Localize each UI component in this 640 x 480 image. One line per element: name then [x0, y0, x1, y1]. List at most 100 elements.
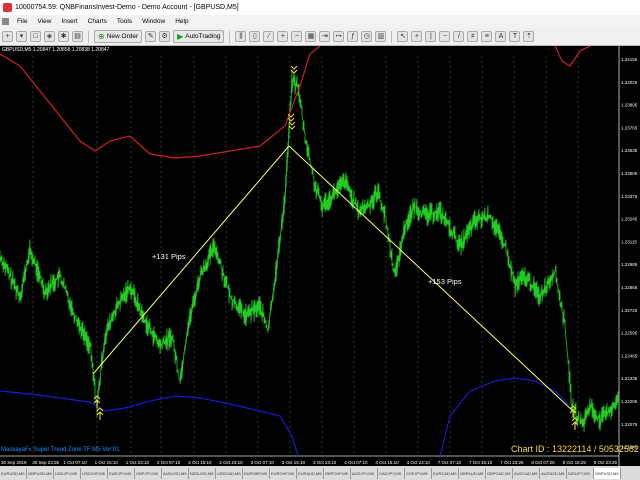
chart-tab[interactable]: USDCAD,M5 [216, 467, 243, 479]
fibonacci-icon[interactable]: ≡ [481, 31, 493, 42]
app-icon [3, 3, 12, 12]
price-tick-label: 1.23765 [621, 125, 638, 130]
tile-windows-icon[interactable]: ▦ [305, 31, 317, 42]
cursor-icon[interactable]: ↖ [397, 31, 409, 42]
time-tick-label: 4 Oct 23:10 [407, 460, 431, 465]
menu-insert[interactable]: Insert [56, 18, 82, 25]
arrows-icon[interactable]: ⇡ [523, 31, 535, 42]
time-tick-label: 8 Oct 15:25 [563, 460, 587, 465]
chart-tab[interactable]: EURJPY,M5 [108, 467, 135, 479]
chart-tab[interactable]: AUDJPY,M5 [351, 467, 378, 479]
toolbar-separator [229, 30, 231, 43]
horizontal-line-icon[interactable]: − [439, 31, 451, 42]
chart-area[interactable]: 1.24155 1.24025 1.23895 1.23765 1.23635 1.235… [0, 46, 640, 466]
menu-help[interactable]: Help [170, 18, 193, 25]
price-tick-label: 1.22335 [621, 376, 638, 381]
market-watch-icon[interactable]: □ [30, 31, 41, 42]
chart-tab[interactable]: GBPUSD,M5 [27, 467, 54, 479]
upper-band-series [0, 46, 321, 159]
candlestick-icon[interactable]: ▯ [249, 31, 261, 42]
periods-icon[interactable]: ◷ [361, 31, 373, 42]
menu-bar: File View Insert Charts Tools Window Hel… [0, 15, 640, 28]
chart-tab[interactable]: NZDJPY,M5 [567, 467, 594, 479]
menu-file[interactable]: File [12, 18, 32, 25]
channel-icon[interactable]: ≠ [467, 31, 479, 42]
new-order-button[interactable]: ⊕ New Order [94, 30, 143, 43]
vertical-line-icon[interactable]: | [425, 31, 437, 42]
menu-charts[interactable]: Charts [83, 18, 112, 25]
chart-tab[interactable]: AUDUSD,M5 [162, 467, 189, 479]
indicators-icon[interactable]: ƒ [347, 31, 359, 42]
price-tick-label: 1.23245 [621, 217, 638, 222]
chart-tab[interactable]: AUDCAD,M5 [513, 467, 540, 479]
price-tick-label: 1.23505 [621, 171, 638, 176]
chart-tab[interactable]: CADJPY,M5 [378, 467, 405, 479]
chart-tab[interactable]: CHFJPY,M5 [405, 467, 432, 479]
metaeditor-icon[interactable]: ✎ [145, 31, 157, 42]
price-series [0, 69, 619, 433]
price-tick-label: 1.23895 [621, 103, 638, 108]
crosshair-icon[interactable]: + [411, 31, 423, 42]
price-tick-label: 1.23635 [621, 148, 638, 153]
terminal-icon[interactable]: ▤ [72, 31, 83, 42]
window-title: 10000754.59: QNBFinansInvest-Demo - Demo… [15, 4, 239, 11]
chart-tab[interactable]: NZDUSD,M5 [189, 467, 216, 479]
chart-tab[interactable]: GBPJPY,M5 [135, 467, 162, 479]
chart-tab[interactable]: EURCHF,M5 [270, 467, 297, 479]
symbol-info: GBPUSD,M5 1.20847 1.20858 1.20838 1.2084… [2, 47, 110, 53]
time-tick-label: 7 Oct 07:10 [438, 460, 462, 465]
menu-window[interactable]: Window [137, 18, 170, 25]
new-order-label: New Order [106, 33, 139, 40]
line-chart-icon[interactable]: ⁄ [263, 31, 275, 42]
new-chart-icon[interactable]: + [2, 31, 13, 42]
time-tick-label: 8 Oct 07:25 [531, 460, 555, 465]
chart-tab[interactable]: EURUSD,M5 [0, 467, 27, 479]
bar-chart-icon[interactable]: ⫼ [235, 31, 247, 42]
auto-scroll-icon[interactable]: ⇥ [319, 31, 331, 42]
label-icon[interactable]: T [509, 31, 521, 42]
chart-tab[interactable]: EURAUD,M5 [297, 467, 324, 479]
chart-tab[interactable]: GBPUSD,M5 [594, 467, 621, 479]
chart-tab[interactable]: AUDNZD,M5 [540, 467, 567, 479]
chart-tab[interactable]: GBPAUD,M5 [459, 467, 486, 479]
templates-icon[interactable]: ▥ [375, 31, 387, 42]
data-window-icon[interactable]: ◈ [44, 31, 55, 42]
chart-tab[interactable]: USDCHF,M5 [81, 467, 108, 479]
price-tick-label: 1.22725 [621, 308, 638, 313]
text-icon[interactable]: A [495, 31, 507, 42]
time-tick-label: 3 Oct 07:10 [251, 460, 275, 465]
chart-shift-icon[interactable]: ↦ [333, 31, 345, 42]
time-tick-label: 1 Oct 23:10 [126, 460, 150, 465]
zoom-in-icon[interactable]: + [277, 31, 289, 42]
buy-arrow-icon [96, 407, 104, 412]
chart-tab[interactable]: EURCAD,M5 [432, 467, 459, 479]
price-tick-label: 1.22465 [621, 353, 638, 358]
chart-id-label: Chart ID : 13222114 / 50532582 [511, 444, 639, 454]
chart-window-icon[interactable] [2, 18, 9, 25]
time-tick-label: 30 Sep 2019 [1, 460, 27, 465]
toolbar-separator [88, 30, 89, 43]
time-tick-label: 4 Oct 07:10 [344, 460, 368, 465]
upper-band-series [554, 46, 591, 67]
zoom-out-icon[interactable]: − [291, 31, 303, 42]
window-titlebar: 10000754.59: QNBFinansInvest-Demo - Demo… [0, 0, 640, 15]
trendline-icon[interactable]: / [453, 31, 465, 42]
profiles-icon[interactable]: ▾ [16, 31, 27, 42]
chart-tab[interactable]: GBPCHF,M5 [324, 467, 351, 479]
time-tick-label: 2 Oct 15:10 [188, 460, 212, 465]
time-tick-label: 1 Oct 15:10 [95, 460, 119, 465]
pips-up-label: +131 Pips [152, 252, 186, 261]
chart-tab[interactable]: GBPCAD,M5 [486, 467, 513, 479]
chart-tab[interactable]: USDJPY,M5 [54, 467, 81, 479]
navigator-icon[interactable]: ✱ [58, 31, 69, 42]
chart-tab[interactable]: EURGBP,M5 [243, 467, 270, 479]
strategy-tester-icon[interactable]: ⚙ [159, 31, 171, 42]
price-tick-label: 1.23115 [621, 239, 637, 244]
time-tick-label: 4 Oct 15:10 [375, 460, 399, 465]
autotrading-button[interactable]: ▶ AutoTrading [173, 30, 225, 43]
menu-tools[interactable]: Tools [112, 18, 137, 25]
menu-view[interactable]: View [32, 18, 56, 25]
price-chart[interactable]: 1.24155 1.24025 1.23895 1.23765 1.23635 1.235… [0, 46, 640, 466]
new-order-icon: ⊕ [98, 32, 105, 41]
toolbar: + ▾ □ ◈ ✱ ▤ ⊕ New Order ✎ ⚙ ▶ AutoTradin… [0, 28, 640, 46]
